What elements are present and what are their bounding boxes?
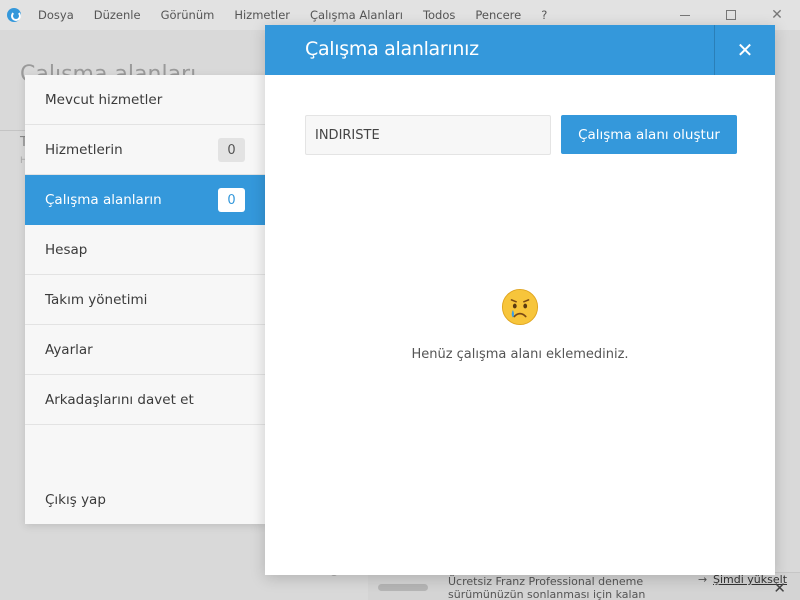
settings-nav: Mevcut hizmetler Hizmetlerin 0 Çalışma a… <box>25 75 267 524</box>
workspaces-modal: Çalışma alanlarınız ✕ Çalışma alanı oluş… <box>265 25 775 575</box>
nav-item-invite-friends[interactable]: Arkadaşlarını davet et <box>25 375 267 425</box>
nav-item-workspaces[interactable]: Çalışma alanların 0 <box>25 175 267 225</box>
count-badge: 0 <box>218 188 245 212</box>
nav-item-team-management[interactable]: Takım yönetimi <box>25 275 267 325</box>
trial-text: Ücretsiz Franz Professional deneme sürüm… <box>448 575 646 600</box>
nav-item-label: Ayarlar <box>45 341 93 358</box>
nav-item-account[interactable]: Hesap <box>25 225 267 275</box>
nav-item-label: Hesap <box>45 241 88 258</box>
menu-dosya[interactable]: Dosya <box>38 8 74 22</box>
workspace-name-input[interactable] <box>305 115 551 155</box>
menu-todos[interactable]: Todos <box>423 8 455 22</box>
menu-pencere[interactable]: Pencere <box>475 8 521 22</box>
nav-item-label: Çalışma alanların <box>45 191 162 208</box>
modal-title: Çalışma alanlarınız <box>305 38 479 60</box>
menu-duzenle[interactable]: Düzenle <box>94 8 141 22</box>
minimize-icon <box>680 14 690 16</box>
close-icon: ✕ <box>736 38 754 62</box>
modal-close-button[interactable]: ✕ <box>714 25 775 75</box>
create-workspace-button[interactable]: Çalışma alanı oluştur <box>561 115 737 154</box>
nav-item-label: Mevcut hizmetler <box>45 91 163 108</box>
maximize-icon <box>726 10 736 20</box>
window-close-icon: ✕ <box>771 7 783 23</box>
trial-banner: Ücretsiz Franz Professional deneme sürüm… <box>368 572 800 600</box>
nav-item-label: Çıkış yap <box>45 492 106 508</box>
empty-state-message: Henüz çalışma alanı eklemediniz. <box>411 347 629 362</box>
app-logo-icon <box>7 8 21 22</box>
menu-gorunum[interactable]: Görünüm <box>161 8 215 22</box>
modal-header: Çalışma alanlarınız ✕ <box>265 25 775 75</box>
nav-item-logout[interactable]: Çıkış yap <box>25 475 267 525</box>
menu-calisma-alanlari[interactable]: Çalışma Alanları <box>310 8 403 22</box>
menu-hizmetler[interactable]: Hizmetler <box>234 8 290 22</box>
close-icon[interactable]: ✕ <box>773 579 786 597</box>
nav-item-your-services[interactable]: Hizmetlerin 0 <box>25 125 267 175</box>
nav-item-available-services[interactable]: Mevcut hizmetler <box>25 75 267 125</box>
trial-progress <box>378 584 428 591</box>
nav-item-label: Arkadaşlarını davet et <box>45 391 194 408</box>
nav-item-settings[interactable]: Ayarlar <box>25 325 267 375</box>
nav-item-label: Hizmetlerin <box>45 141 123 158</box>
crying-face-icon <box>501 288 539 326</box>
nav-item-label: Takım yönetimi <box>45 291 148 308</box>
count-badge: 0 <box>218 138 245 162</box>
menu-help[interactable]: ? <box>541 8 547 22</box>
